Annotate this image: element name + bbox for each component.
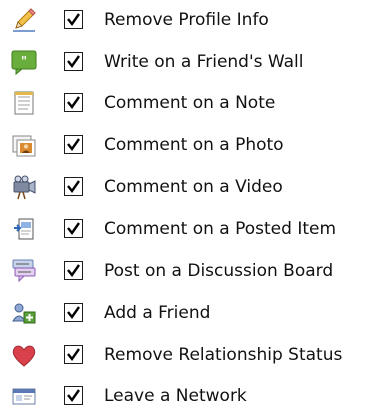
svg-text:": ": [21, 54, 27, 68]
comment-posted-item-checkbox[interactable]: [64, 219, 83, 238]
permission-label: Remove Relationship Status: [104, 345, 343, 365]
comment-note-checkbox[interactable]: [64, 93, 83, 112]
permission-label: Comment on a Note: [104, 93, 276, 113]
permission-row-comment-photo: Comment on a Photo: [0, 130, 372, 160]
speech-bubble-icon: ": [10, 48, 38, 76]
permission-row-write-on-wall: " Write on a Friend's Wall: [0, 47, 372, 77]
remove-profile-info-checkbox[interactable]: [64, 10, 83, 29]
permission-row-comment-video: Comment on a Video: [0, 172, 372, 202]
pencil-edit-icon: [10, 6, 38, 34]
add-friend-checkbox[interactable]: [64, 303, 83, 322]
leave-network-checkbox[interactable]: [64, 386, 83, 405]
permission-label: Post on a Discussion Board: [104, 261, 334, 281]
note-icon: [10, 89, 38, 117]
permission-label: Add a Friend: [104, 303, 211, 323]
video-camera-icon: [10, 173, 38, 201]
heart-icon: [10, 341, 38, 369]
permission-label: Write on a Friend's Wall: [104, 52, 304, 72]
permission-label: Comment on a Video: [104, 177, 283, 197]
permission-row-comment-note: Comment on a Note: [0, 88, 372, 118]
discussion-board-checkbox[interactable]: [64, 261, 83, 280]
add-friend-icon: [10, 299, 38, 327]
photo-icon: [10, 131, 38, 159]
permission-row-discussion-board: Post on a Discussion Board: [0, 256, 372, 286]
permission-label: Comment on a Photo: [104, 135, 284, 155]
network-icon: [10, 382, 38, 410]
comment-video-checkbox[interactable]: [64, 177, 83, 196]
permission-row-leave-network: Leave a Network: [0, 381, 372, 411]
discussion-board-icon: [10, 257, 38, 285]
remove-relationship-checkbox[interactable]: [64, 345, 83, 364]
permission-row-remove-relationship: Remove Relationship Status: [0, 340, 372, 370]
permission-row-remove-profile-info: Remove Profile Info: [0, 5, 372, 35]
permission-label: Comment on a Posted Item: [104, 219, 337, 239]
permission-row-add-friend: Add a Friend: [0, 298, 372, 328]
posted-item-icon: [10, 215, 38, 243]
permission-row-comment-posted-item: Comment on a Posted Item: [0, 214, 372, 244]
permission-label: Remove Profile Info: [104, 10, 269, 30]
permission-label: Leave a Network: [104, 386, 247, 406]
comment-photo-checkbox[interactable]: [64, 135, 83, 154]
write-on-wall-checkbox[interactable]: [64, 52, 83, 71]
permission-list: Remove Profile Info " Write on a Friend'…: [0, 0, 372, 411]
